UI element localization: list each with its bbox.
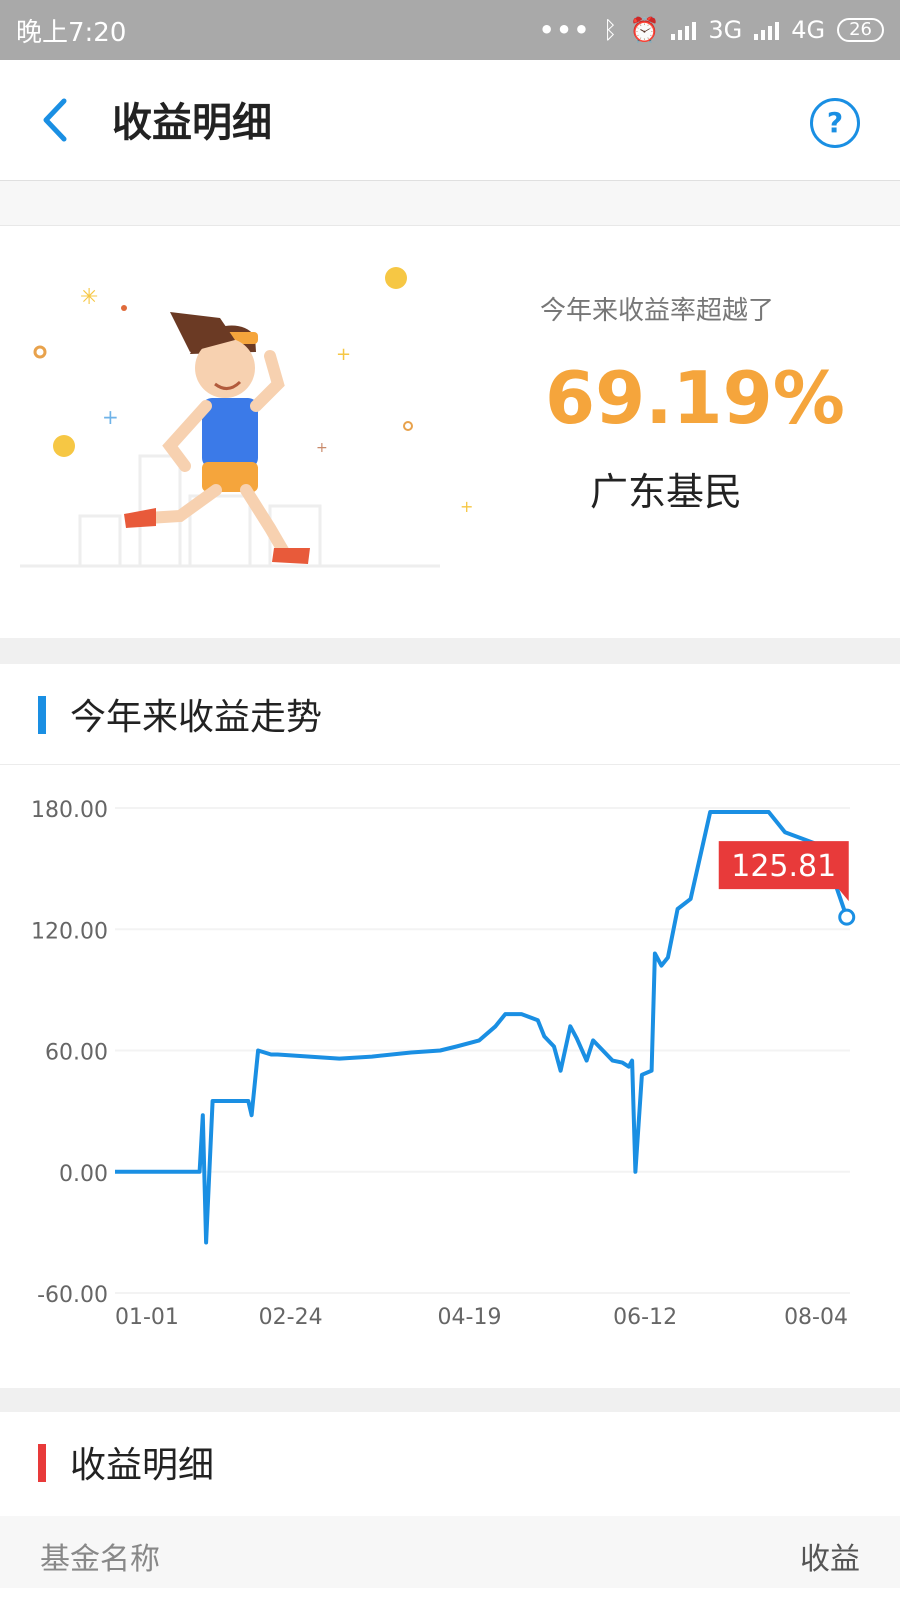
back-button[interactable] bbox=[36, 95, 76, 145]
y-tick-label: 120.00 bbox=[31, 919, 108, 944]
divider bbox=[0, 181, 900, 226]
nav-bar: 收益明细 ? bbox=[0, 60, 900, 181]
detail-title: 收益明细 bbox=[70, 1445, 215, 1486]
network-label-3g: 3G bbox=[708, 16, 743, 44]
ranking-subtitle: 今年来收益率超越了 bbox=[540, 296, 775, 326]
x-tick-label: 08-04 bbox=[784, 1305, 848, 1330]
chevron-left-icon bbox=[43, 98, 67, 142]
column-fund-name: 基金名称 bbox=[40, 1542, 160, 1577]
y-tick-label: 60.00 bbox=[45, 1041, 108, 1066]
signal-icon bbox=[754, 20, 780, 40]
ranking-percentage: 69.19% bbox=[545, 356, 845, 440]
last-point-marker bbox=[838, 908, 856, 926]
network-label-4g: 4G bbox=[791, 16, 826, 44]
runner-illustration: + + + + ✳ bbox=[20, 267, 473, 568]
table-header-row: 基金名称 收益 bbox=[0, 1516, 900, 1588]
svg-text:✳: ✳ bbox=[80, 285, 98, 310]
svg-text:+: + bbox=[460, 497, 473, 516]
alarm-icon: ⏰ bbox=[629, 16, 660, 44]
y-tick-label: 0.00 bbox=[59, 1162, 108, 1187]
divider bbox=[0, 1388, 900, 1412]
detail-section: 收益明细 基金名称 收益 bbox=[0, 1412, 900, 1600]
column-profit[interactable]: 收益 bbox=[800, 1534, 860, 1578]
trend-section: 今年来收益走势 180.00 120.00 60.00 0.00 -60.00 01-01… bbox=[0, 664, 900, 1388]
battery-level: 26 bbox=[849, 19, 872, 40]
x-tick-label: 01-01 bbox=[115, 1305, 179, 1330]
more-dots-icon: ••• bbox=[539, 16, 592, 44]
signal-icon bbox=[671, 20, 697, 40]
x-tick-label: 02-24 bbox=[259, 1305, 323, 1330]
status-icons: ••• ᛒ ⏰ 3G 4G 26 bbox=[539, 16, 884, 44]
battery-icon: 26 bbox=[837, 18, 884, 42]
trend-title: 今年来收益走势 bbox=[70, 697, 323, 738]
help-button[interactable]: ? bbox=[810, 98, 860, 148]
tooltip-value: 125.81 bbox=[731, 849, 836, 884]
bluetooth-icon: ᛒ bbox=[603, 16, 618, 44]
y-tick-label: -60.00 bbox=[37, 1283, 108, 1308]
svg-text:+: + bbox=[336, 344, 351, 365]
y-tick-label: 180.00 bbox=[31, 798, 108, 823]
ranking-banner: + + + + ✳ 今年来收益率超越了 69.19% 广东基民 bbox=[0, 226, 900, 638]
page-title: 收益明细 bbox=[112, 100, 272, 146]
status-time: 晚上7:20 bbox=[16, 17, 127, 48]
svg-text:+: + bbox=[102, 405, 119, 429]
section-accent-bar bbox=[38, 1444, 46, 1482]
section-accent-bar bbox=[38, 696, 46, 734]
x-tick-label: 04-19 bbox=[438, 1305, 502, 1330]
detail-header: 收益明细 bbox=[0, 1412, 900, 1516]
divider bbox=[0, 638, 900, 664]
status-bar: 晚上7:20 ••• ᛒ ⏰ 3G 4G 26 bbox=[0, 0, 900, 60]
x-tick-label: 06-12 bbox=[613, 1305, 677, 1330]
help-icon: ? bbox=[826, 106, 844, 139]
trend-header: 今年来收益走势 bbox=[0, 664, 900, 765]
trend-chart[interactable]: 180.00 120.00 60.00 0.00 -60.00 01-01 02-24 04-… bbox=[0, 764, 900, 1384]
svg-text:+: + bbox=[316, 440, 328, 456]
ranking-group: 广东基民 bbox=[590, 470, 743, 514]
